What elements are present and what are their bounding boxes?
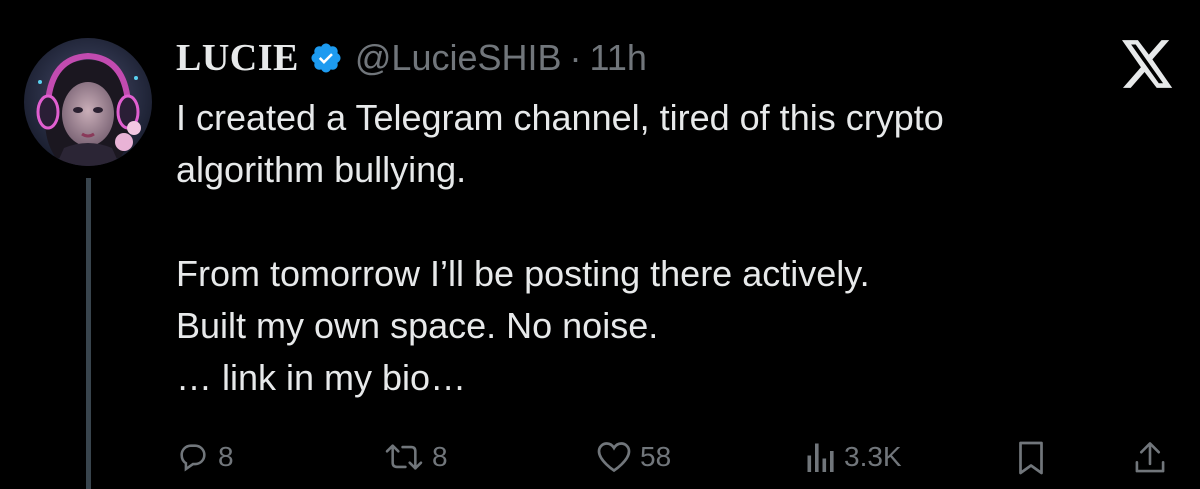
bookmark-icon: [1019, 441, 1043, 475]
views-count: 3.3K: [844, 441, 902, 472]
tweet-text-line: Built my own space. No noise.: [176, 305, 659, 346]
share-button[interactable]: [1134, 440, 1166, 476]
avatar[interactable]: [24, 38, 152, 166]
timestamp[interactable]: 11h: [590, 37, 647, 79]
retweet-count: 8: [432, 441, 448, 472]
tweet-header: LUCIE @LucieSHIB · 11h: [176, 36, 647, 80]
separator-dot: ·: [569, 37, 582, 78]
author-handle[interactable]: @LucieSHIB: [355, 37, 562, 79]
avatar-image: [24, 38, 152, 166]
thread-line: [86, 178, 91, 489]
views-chart-icon: [807, 443, 834, 472]
reply-button[interactable]: 8: [176, 440, 234, 474]
tweet-text-line: algorithm bullying.: [176, 149, 467, 190]
tweet-card[interactable]: LUCIE @LucieSHIB · 11h I created a Teleg…: [0, 0, 1200, 489]
tweet-text-line: I created a Telegram channel, tired of t…: [176, 97, 944, 138]
tweet-text: I created a Telegram channel, tired of t…: [176, 92, 1166, 404]
reply-count: 8: [218, 441, 234, 472]
like-button[interactable]: 58: [596, 440, 671, 474]
reply-icon: [180, 444, 206, 472]
retweet-icon: [385, 444, 423, 470]
retweet-button[interactable]: 8: [384, 440, 448, 474]
tweet-text-line: … link in my bio…: [176, 357, 467, 398]
views-button[interactable]: 3.3K: [806, 440, 902, 474]
action-bar: 8 8 58 3.3K: [176, 440, 1176, 489]
bookmark-button[interactable]: [1016, 440, 1046, 476]
verified-badge-icon: [311, 43, 341, 73]
display-name[interactable]: LUCIE: [176, 36, 299, 80]
tweet-text-line: From tomorrow I’ll be posting there acti…: [176, 253, 870, 294]
share-icon: [1135, 442, 1165, 473]
x-logo-icon[interactable]: [1122, 40, 1174, 88]
like-count: 58: [640, 441, 672, 472]
heart-icon: [597, 442, 631, 473]
